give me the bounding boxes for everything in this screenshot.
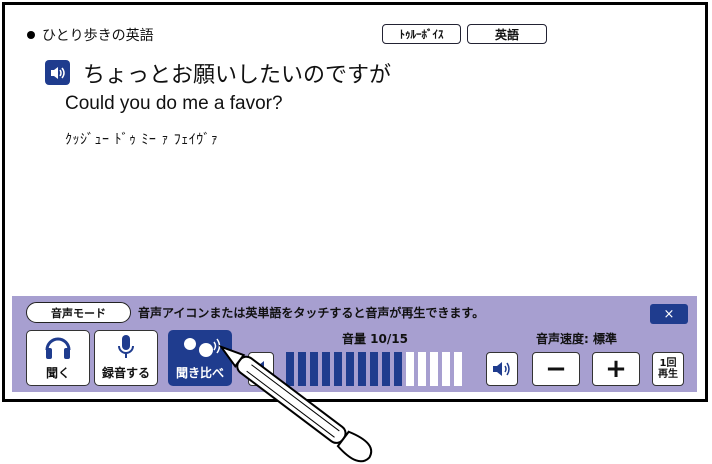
bullet-icon: [27, 31, 35, 39]
play-once-line2: 再生: [658, 369, 678, 380]
microphone-icon: [118, 335, 134, 358]
volume-up-button[interactable]: [486, 352, 518, 386]
japanese-phrase: ちょっとお願いしたいのですが: [83, 63, 392, 88]
record-button[interactable]: 録音する: [94, 330, 158, 386]
volume-segment[interactable]: [358, 352, 366, 386]
listen-label: 聞く: [45, 366, 70, 380]
voice-mode-panel: 音声モード 音声アイコンまたは英単語をタッチすると音声が再生できます。 × 聞く…: [12, 296, 697, 392]
english-phrase[interactable]: Could you do me a favor?: [65, 93, 283, 115]
volume-segment[interactable]: [406, 352, 414, 386]
volume-segment[interactable]: [346, 352, 354, 386]
voice-mode-message: 音声アイコンまたは英単語をタッチすると音声が再生できます。: [138, 306, 485, 320]
close-button[interactable]: ×: [650, 304, 688, 324]
speed-up-button[interactable]: +: [592, 352, 640, 386]
breadcrumb: ひとり歩きの英語: [27, 25, 154, 45]
play-once-button[interactable]: 1回 再生: [652, 352, 684, 386]
volume-segment[interactable]: [370, 352, 378, 386]
volume-down-button[interactable]: [248, 352, 274, 386]
compare-label: 聞き比べ: [175, 366, 224, 380]
volume-level-bar[interactable]: [286, 352, 462, 386]
speed-down-button[interactable]: −: [532, 352, 580, 386]
breadcrumb-title: ひとり歩きの英語: [42, 28, 154, 44]
pronunciation-text: ｸｯｼﾞｭｰ ﾄﾞｩ ﾐｰ ｧ ﾌｪｲｳﾞｧ: [65, 132, 219, 148]
volume-segment[interactable]: [298, 352, 306, 386]
headphones-icon: [45, 337, 71, 359]
compare-icon: [184, 338, 221, 357]
compare-button[interactable]: 聞き比べ: [168, 330, 232, 386]
play-once-line1: 1回: [659, 358, 677, 369]
speaker-icon[interactable]: [45, 60, 70, 85]
volume-segment[interactable]: [334, 352, 342, 386]
volume-segment[interactable]: [442, 352, 450, 386]
volume-segment[interactable]: [322, 352, 330, 386]
voice-mode-label: 音声モード: [26, 302, 131, 323]
volume-segment[interactable]: [382, 352, 390, 386]
volume-segment[interactable]: [286, 352, 294, 386]
record-label: 録音する: [101, 366, 150, 380]
volume-label: 音量 10/15: [342, 332, 408, 346]
volume-segment[interactable]: [394, 352, 402, 386]
volume-segment[interactable]: [454, 352, 462, 386]
volume-segment[interactable]: [418, 352, 426, 386]
speaker-high-icon: [493, 362, 510, 376]
listen-button[interactable]: 聞く: [26, 330, 90, 386]
speed-label: 音声速度: 標準: [536, 332, 617, 346]
speaker-low-icon: [255, 361, 264, 377]
true-voice-button[interactable]: ﾄｩﾙｰﾎﾞｲｽ: [382, 24, 461, 44]
volume-segment[interactable]: [310, 352, 318, 386]
english-button[interactable]: 英語: [467, 24, 547, 44]
volume-segment[interactable]: [430, 352, 438, 386]
